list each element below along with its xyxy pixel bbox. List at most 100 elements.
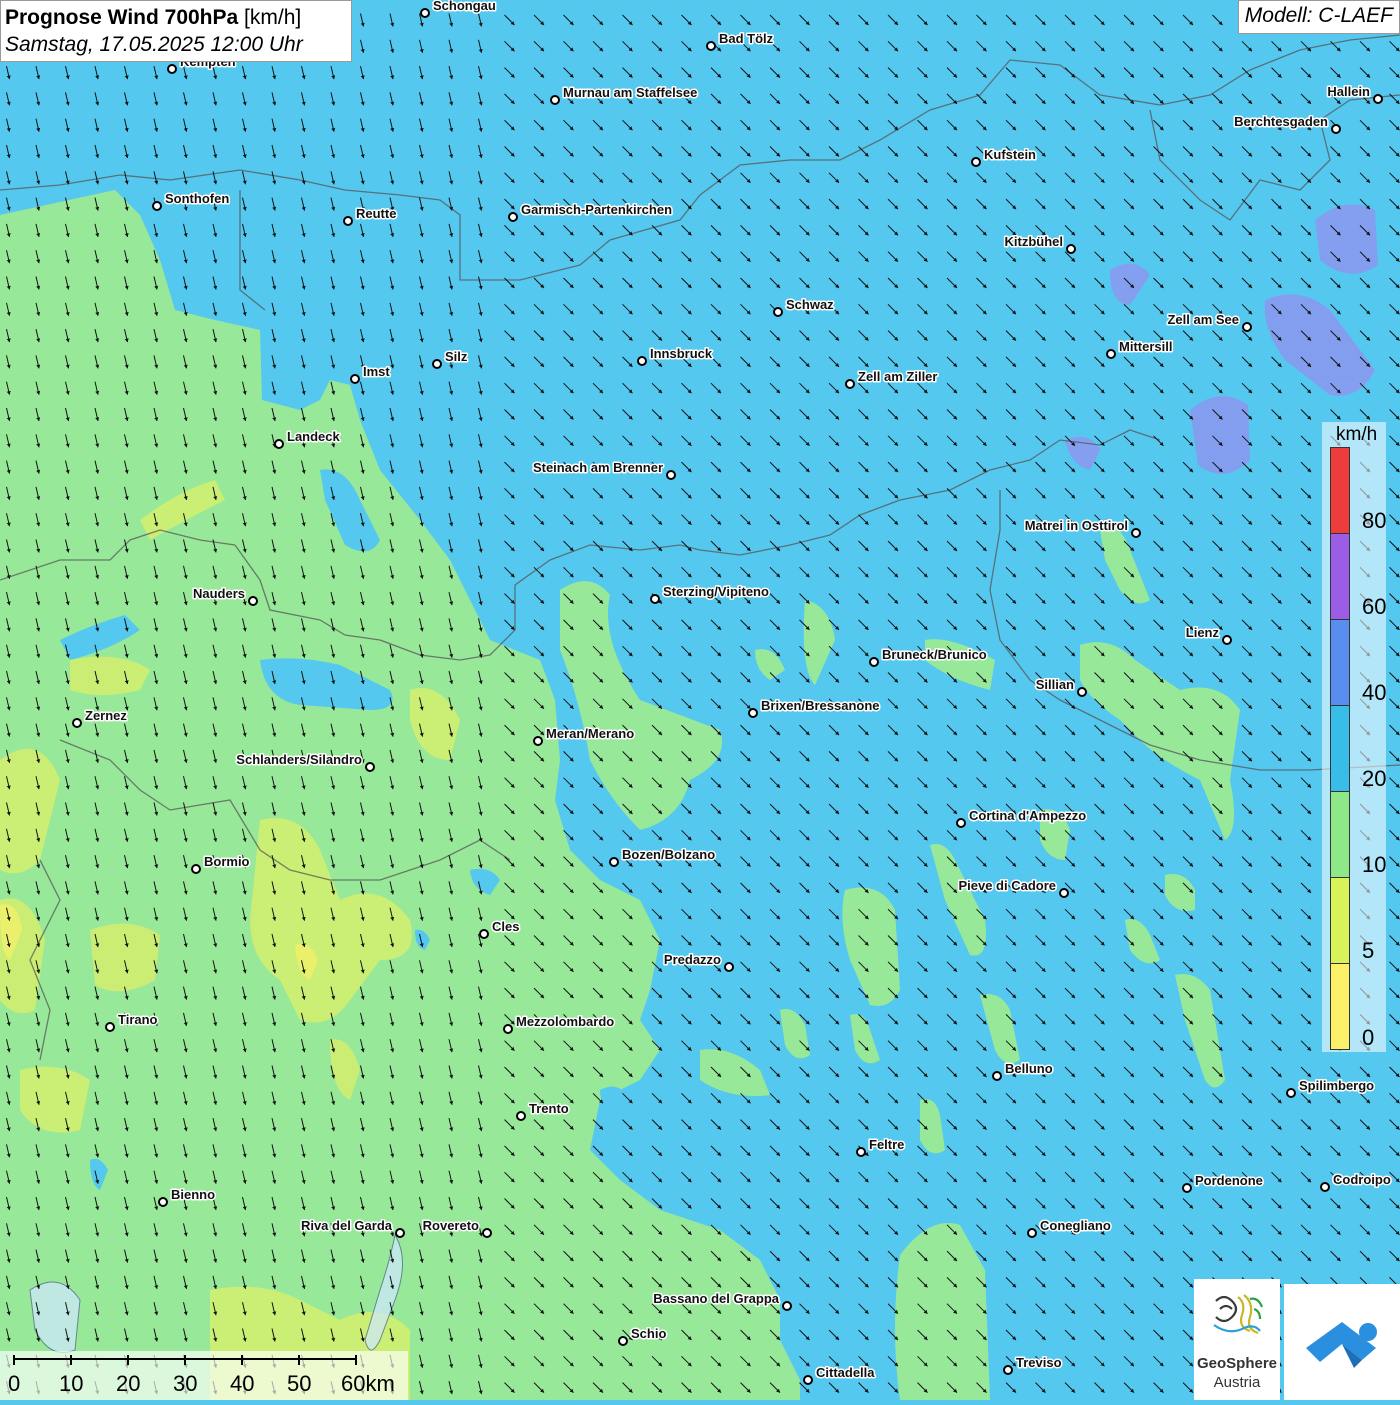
- city-label: Reutte: [356, 206, 396, 221]
- city-dot-icon: [365, 762, 375, 772]
- city-label: Kufstein: [984, 147, 1036, 162]
- city-dot-icon: [152, 201, 162, 211]
- city-dot-icon: [992, 1071, 1002, 1081]
- city-dot-icon: [1331, 124, 1341, 134]
- city-label: Schongau: [433, 0, 496, 13]
- city-dot-icon: [637, 356, 647, 366]
- city-dot-icon: [1131, 528, 1141, 538]
- model-label: Modell: C-LAEF: [1237, 0, 1400, 34]
- geosphere-austria-logo[interactable]: GeoSphere Austria: [1194, 1279, 1280, 1400]
- city-label: Cittadella: [816, 1365, 875, 1380]
- map-title-unit: [km/h]: [244, 6, 302, 29]
- legend-label: 60: [1362, 594, 1387, 619]
- city-label: Steinach am Brenner: [533, 460, 663, 475]
- city-label: Imst: [363, 364, 390, 379]
- legend-label: 5: [1362, 938, 1375, 963]
- city-label: Mezzolombardo: [516, 1014, 614, 1029]
- legend-color-segment: [1331, 448, 1349, 534]
- color-legend: km/h 80 60 40 20 10 5 0: [1322, 422, 1386, 1052]
- city-label: Nauders: [193, 586, 245, 601]
- city-label: Sterzing/Vipiteno: [663, 584, 769, 599]
- city-dot-icon: [350, 374, 360, 384]
- city-label: Codroipo: [1333, 1172, 1391, 1187]
- city-dot-icon: [666, 470, 676, 480]
- city-label: Bruneck/Brunico: [882, 647, 987, 662]
- city-label: Schwaz: [786, 297, 834, 312]
- city-label: Silz: [445, 349, 468, 364]
- city-dot-icon: [508, 212, 518, 222]
- city-label: Belluno: [1005, 1061, 1053, 1076]
- city-label: Murnau am Staffelsee: [563, 85, 697, 100]
- city-dot-icon: [856, 1147, 866, 1157]
- legend-color-segment: [1331, 792, 1349, 878]
- legend-label: 10: [1362, 852, 1387, 877]
- city-label: Meran/Merano: [546, 726, 634, 741]
- city-dot-icon: [1059, 888, 1069, 898]
- city-dot-icon: [773, 307, 783, 317]
- city-dot-icon: [1106, 349, 1116, 359]
- scale-bar: 0 10 20 30 40 50 60km: [0, 1351, 408, 1400]
- austria-logo-text: Austria: [1213, 1374, 1261, 1391]
- wind-map[interactable]: SchongauBad TölzKemptenMurnau am Staffel…: [0, 0, 1400, 1400]
- city-label: Zell am See: [1167, 312, 1239, 327]
- city-label: Landeck: [287, 429, 341, 444]
- legend-colorbar: [1330, 447, 1350, 1050]
- city-label: Rovereto: [423, 1218, 479, 1233]
- city-dot-icon: [516, 1111, 526, 1121]
- city-dot-icon: [72, 718, 82, 728]
- city-label: Feltre: [869, 1137, 904, 1152]
- city-dot-icon: [1320, 1182, 1330, 1192]
- title-box: Prognose Wind 700hPa [km/h] Samstag, 17.…: [0, 0, 352, 62]
- city-dot-icon: [533, 736, 543, 746]
- city-label: Brixen/Bressanone: [761, 698, 880, 713]
- city-label: Sonthofen: [165, 191, 229, 206]
- city-dot-icon: [158, 1197, 168, 1207]
- city-dot-icon: [482, 1228, 492, 1238]
- city-dot-icon: [550, 95, 560, 105]
- city-dot-icon: [650, 594, 660, 604]
- legend-unit: km/h: [1336, 424, 1378, 445]
- city-label: Bormio: [204, 854, 250, 869]
- scale-label: 50: [287, 1371, 312, 1396]
- city-dot-icon: [869, 657, 879, 667]
- city-dot-icon: [1373, 94, 1383, 104]
- scale-label: 10: [59, 1371, 84, 1396]
- city-dot-icon: [782, 1301, 792, 1311]
- city-label: Berchtesgaden: [1234, 114, 1328, 129]
- city-dot-icon: [503, 1024, 513, 1034]
- city-label: Pordenone: [1195, 1173, 1263, 1188]
- scale-label: 20: [116, 1371, 141, 1396]
- city-label: Lienz: [1186, 625, 1220, 640]
- city-label: Hallein: [1327, 84, 1370, 99]
- city-dot-icon: [105, 1022, 115, 1032]
- city-dot-icon: [248, 596, 258, 606]
- city-dot-icon: [1182, 1183, 1192, 1193]
- city-dot-icon: [1066, 244, 1076, 254]
- scale-label: 0: [8, 1371, 21, 1396]
- scale-label: 60km: [341, 1371, 395, 1396]
- city-dot-icon: [609, 857, 619, 867]
- city-dot-icon: [432, 359, 442, 369]
- scale-label: 40: [230, 1371, 255, 1396]
- city-label: Zernez: [85, 708, 127, 723]
- city-label: Conegliano: [1040, 1218, 1111, 1233]
- legend-color-segment: [1331, 706, 1349, 792]
- weather-app-logo[interactable]: [1284, 1284, 1400, 1400]
- app-arrow-icon: [1306, 1322, 1377, 1368]
- city-dot-icon: [343, 216, 353, 226]
- city-dot-icon: [395, 1228, 405, 1238]
- city-label: Bassano del Grappa: [653, 1291, 779, 1306]
- city-dot-icon: [618, 1336, 628, 1346]
- legend-label: 40: [1362, 680, 1387, 705]
- city-dot-icon: [479, 929, 489, 939]
- city-dot-icon: [1242, 322, 1252, 332]
- city-label: Cles: [492, 919, 519, 934]
- city-label: Innsbruck: [650, 346, 713, 361]
- scale-label: 30: [173, 1371, 198, 1396]
- city-dot-icon: [1003, 1365, 1013, 1375]
- city-label: Bad Tölz: [719, 31, 774, 46]
- city-dot-icon: [167, 64, 177, 74]
- map-title-main: Prognose Wind 700hPa: [5, 6, 239, 29]
- city-label: Pieve di Cadore: [958, 878, 1056, 893]
- city-label: Matrei in Osttirol: [1025, 518, 1128, 533]
